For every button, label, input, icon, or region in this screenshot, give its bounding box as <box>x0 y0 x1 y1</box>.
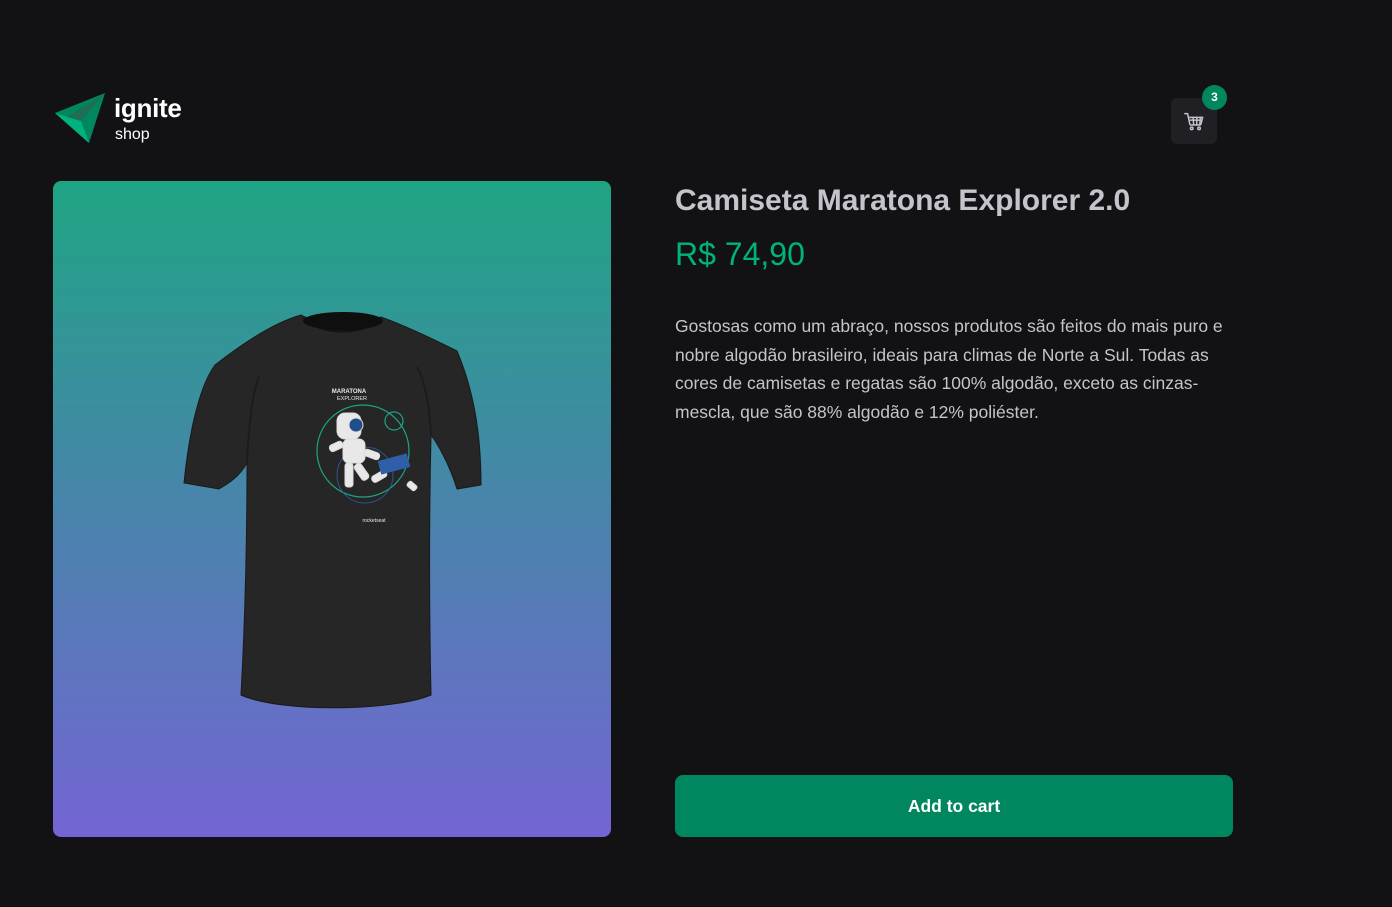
print-brand: rocketseat <box>362 518 386 524</box>
add-to-cart-button[interactable]: Add to cart <box>675 775 1233 837</box>
print-title: MARATONA <box>332 389 367 395</box>
shopping-cart-icon <box>1184 112 1204 131</box>
print-subtitle: EXPLORER <box>337 396 367 402</box>
logo-mark-icon <box>55 93 105 143</box>
product-description: Gostosas como um abraço, nossos produtos… <box>675 316 1223 422</box>
product-image-container: MARATONA EXPLORER rocketseat <box>53 181 611 837</box>
product-price: R$ 74,90 <box>675 236 805 272</box>
logo-subtitle: shop <box>115 126 150 143</box>
tshirt-shape <box>183 314 482 709</box>
cart-count-badge: 3 <box>1202 85 1227 110</box>
logo-wordmark: ignite <box>114 93 182 123</box>
logo-link[interactable]: ignite shop <box>53 93 193 147</box>
product-image: MARATONA EXPLORER rocketseat <box>183 312 482 709</box>
product-title: Camiseta Maratona Explorer 2.0 <box>675 184 1131 217</box>
